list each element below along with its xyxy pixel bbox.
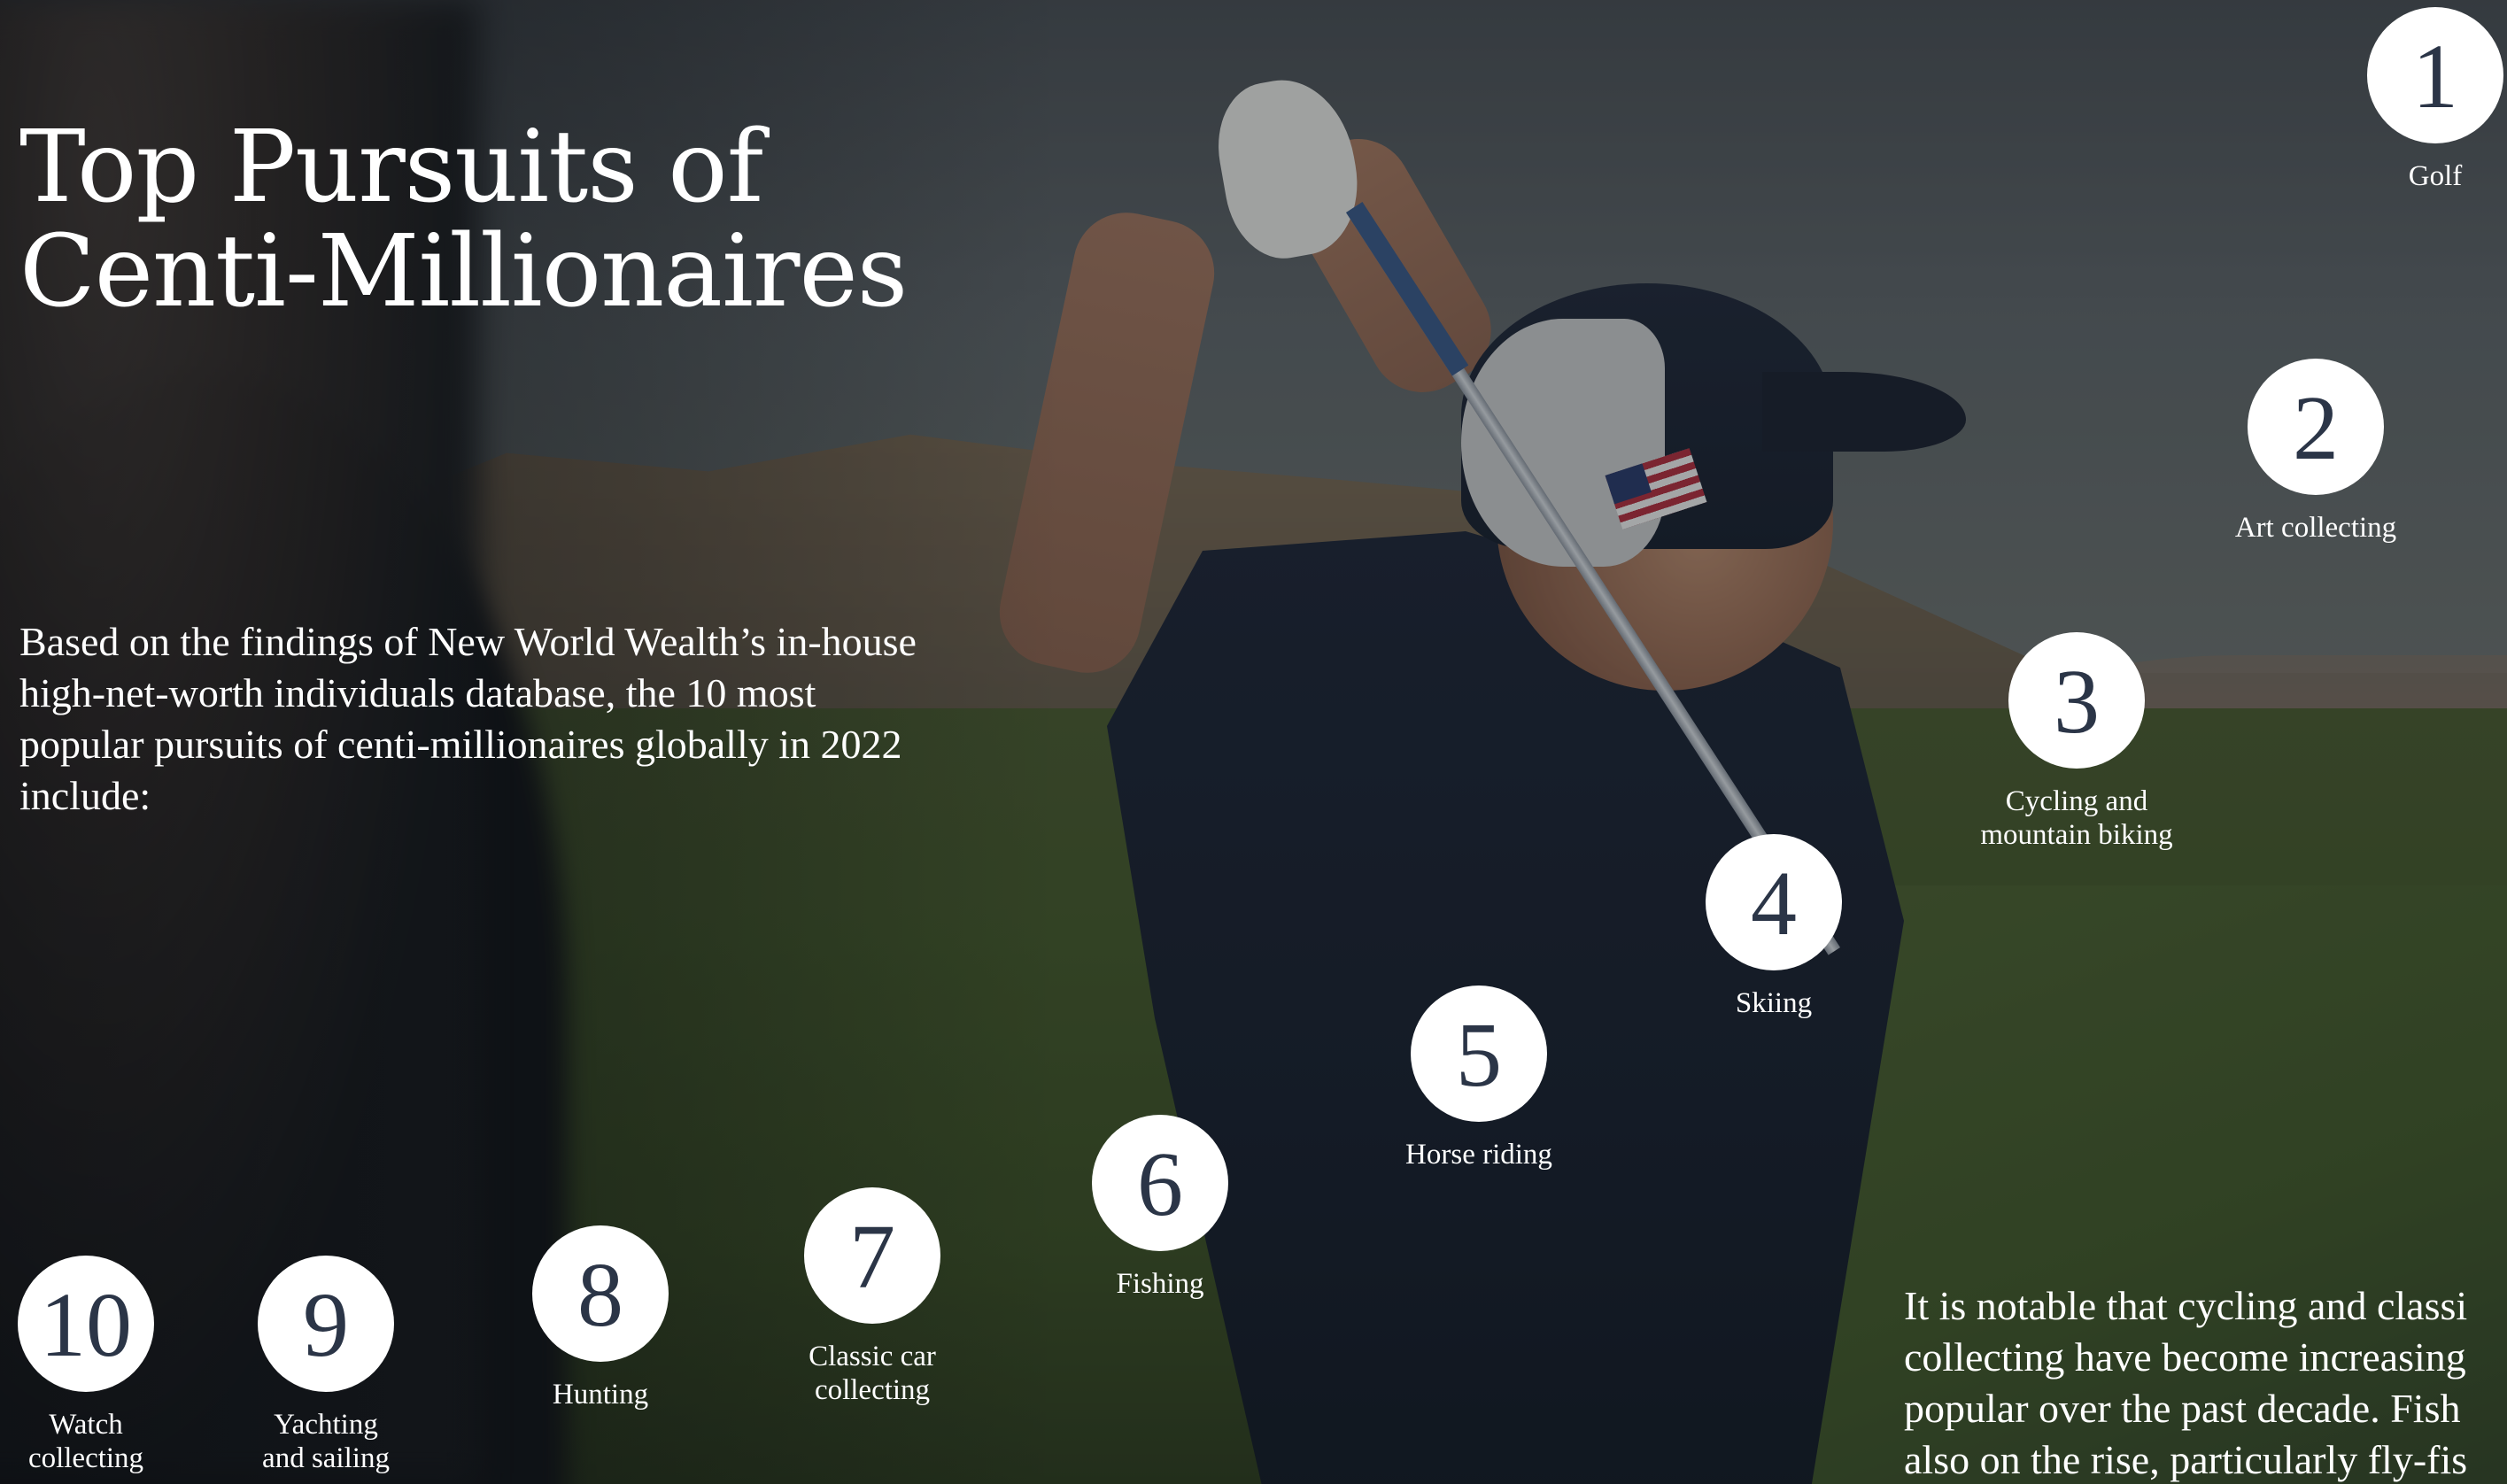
label-line-2: mountain biking (1980, 819, 2173, 851)
rank-circle: 4 (1706, 834, 1842, 970)
rank-circle: 6 (1092, 1115, 1228, 1251)
rank-number: 2 (2293, 377, 2339, 479)
label-line-2: and sailing (262, 1442, 390, 1474)
pursuit-10: 10 Watch collecting (0, 1256, 201, 1475)
rank-circle: 2 (2248, 359, 2384, 495)
label-line-1: Watch (49, 1409, 123, 1441)
note-text-block: It is notable that cycling and classi co… (1904, 1280, 2507, 1484)
rank-number: 3 (2054, 651, 2100, 753)
label-line-1: Classic car (809, 1341, 936, 1372)
pursuit-9: 9 Yachting and sailing (211, 1256, 441, 1475)
pursuit-2: 2 Art collecting (2201, 359, 2431, 545)
pursuit-1: 1 Golf (2320, 7, 2507, 193)
label-line-1: Hunting (552, 1379, 649, 1411)
rank-circle: 7 (804, 1187, 940, 1324)
label-line-1: Art collecting (2234, 512, 2397, 544)
pursuit-label: Hunting (485, 1378, 716, 1411)
rank-circle: 3 (2008, 632, 2145, 769)
pursuit-8: 8 Hunting (485, 1225, 716, 1411)
label-line-1: Golf (2408, 160, 2463, 192)
intro-text: Based on the findings of New World Wealt… (19, 619, 917, 818)
rank-number: 7 (849, 1206, 895, 1308)
pursuit-label: Cycling and mountain biking (1961, 785, 2192, 852)
rank-number: 5 (1456, 1004, 1502, 1106)
pursuit-label: Classic car collecting (757, 1340, 987, 1407)
label-line-1: Horse riding (1405, 1139, 1552, 1171)
pursuit-label: Art collecting (2201, 511, 2431, 545)
pursuit-7: 7 Classic car collecting (757, 1187, 987, 1407)
pursuit-label: Fishing (1045, 1267, 1275, 1301)
note-line: popular over the past decade. Fish (1904, 1386, 2461, 1431)
rank-circle: 5 (1411, 985, 1547, 1122)
note-line: also on the rise, particularly fly-fis (1904, 1437, 2468, 1482)
pursuit-6: 6 Fishing (1045, 1115, 1275, 1301)
title-line-1: Top Pursuits of (19, 110, 763, 225)
note-text: It is notable that cycling and classi co… (1904, 1280, 2507, 1484)
label-line-2: collecting (814, 1374, 931, 1406)
label-line-1: Yachting (274, 1409, 378, 1441)
pursuit-label: Yachting and sailing (211, 1408, 441, 1475)
title-line-2: Centi-Millionaires (19, 214, 908, 329)
pursuit-label: Skiing (1659, 986, 1889, 1020)
page-title: Top Pursuits of Centi-Millionaires (19, 115, 994, 324)
label-line-1: Fishing (1116, 1268, 1204, 1300)
rank-circle: 9 (258, 1256, 394, 1392)
rank-number: 8 (577, 1244, 623, 1346)
rank-number: 4 (1751, 853, 1797, 955)
rank-circle: 8 (532, 1225, 669, 1362)
pursuit-5: 5 Horse riding (1364, 985, 1594, 1171)
rank-number: 10 (40, 1274, 132, 1376)
rank-circle: 1 (2367, 7, 2503, 143)
label-line-1: Cycling and (2005, 785, 2148, 817)
label-line-2: collecting (27, 1442, 144, 1474)
pursuit-label: Horse riding (1364, 1138, 1594, 1171)
note-line: collecting have become increasing (1904, 1334, 2466, 1380)
pursuit-3: 3 Cycling and mountain biking (1961, 632, 2192, 852)
pursuit-4: 4 Skiing (1659, 834, 1889, 1020)
label-line-1: Skiing (1735, 987, 1813, 1019)
pursuit-label: Golf (2320, 159, 2507, 193)
rank-circle: 10 (18, 1256, 154, 1392)
rank-number: 9 (303, 1274, 349, 1376)
note-line: It is notable that cycling and classi (1904, 1283, 2468, 1328)
pursuit-label: Watch collecting (0, 1408, 201, 1475)
page: Top Pursuits of Centi-Millionaires Based… (0, 0, 2507, 1484)
rank-number: 6 (1137, 1133, 1183, 1235)
rank-number: 1 (2412, 26, 2458, 128)
